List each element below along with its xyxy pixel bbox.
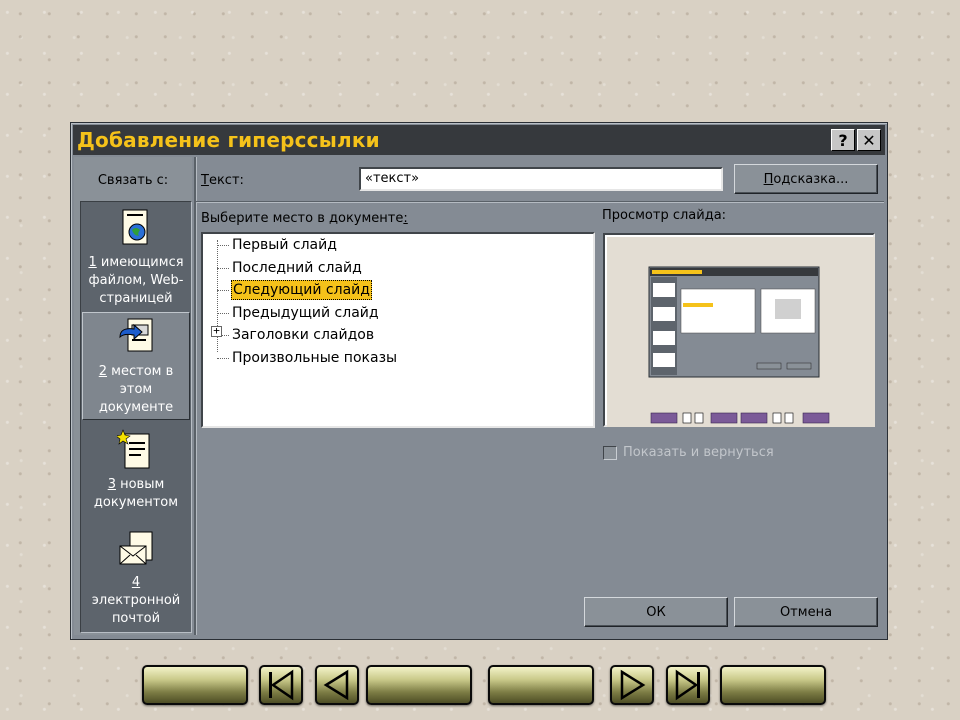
sidebar-separator <box>194 157 197 635</box>
tree-item-custom-shows[interactable]: Произвольные показы <box>231 348 398 368</box>
nav-next-slide-button[interactable] <box>610 665 654 705</box>
divider <box>196 201 884 203</box>
web-file-icon <box>122 209 148 245</box>
dialog-title: Добавление гиперссылки <box>77 128 380 152</box>
preview-label: Просмотр слайда: <box>602 208 727 223</box>
nav-last-slide-button[interactable] <box>666 665 710 705</box>
new-document-icon <box>117 429 150 469</box>
link-to-label: Связать с: <box>97 173 169 188</box>
link-to-panel: 1 имеющимся файлом, Web-страницей 2 мест… <box>80 201 192 633</box>
document-place-tree[interactable]: + Первый слайд Последний слайд Следующий… <box>201 232 595 428</box>
nav-blank-button-2[interactable] <box>366 665 472 705</box>
link-to-email-label: электронной почтой <box>91 593 181 626</box>
cancel-button[interactable]: Отмена <box>734 597 878 627</box>
previous-slide-icon <box>323 669 349 701</box>
checkbox-box[interactable] <box>603 445 617 460</box>
hyperlink-dialog: Добавление гиперссылки ? ✕ Связать с: 1 … <box>70 122 888 640</box>
link-to-new-document[interactable]: 3 новым документом <box>82 424 190 520</box>
place-label: Выберите место в документе: <box>201 211 408 226</box>
help-button[interactable]: ? <box>831 129 855 151</box>
accel-2: 2 <box>98 364 108 379</box>
tree-item-next-slide[interactable]: Следующий слайд <box>231 280 372 300</box>
nav-blank-button-1[interactable] <box>142 665 248 705</box>
link-to-place-label: местом в этом документе <box>98 364 174 415</box>
link-to-existing-file[interactable]: 1 имеющимся файлом, Web-страницей <box>82 204 190 310</box>
last-slide-icon <box>675 669 700 701</box>
nav-previous-slide-button[interactable] <box>315 665 359 705</box>
show-and-return-label: Показать и вернуться <box>623 445 774 460</box>
tree-item-slide-titles[interactable]: Заголовки слайдов <box>231 325 375 345</box>
first-slide-icon <box>269 669 294 701</box>
link-to-place-in-document[interactable]: 2 местом в этом документе <box>82 312 190 420</box>
email-icon <box>119 531 153 565</box>
tree-item-previous-slide[interactable]: Предыдущий слайд <box>231 303 380 323</box>
nav-blank-button-3[interactable] <box>488 665 594 705</box>
tree-item-first-slide[interactable]: Первый слайд <box>231 235 338 255</box>
slide-preview-image <box>607 237 875 427</box>
close-button[interactable]: ✕ <box>857 129 881 151</box>
link-to-email[interactable]: 4 электронной почтой <box>82 526 190 630</box>
text-input[interactable]: «текст» <box>359 167 723 191</box>
link-to-existing-file-label: имеющимся файлом, Web-страницей <box>88 255 184 306</box>
screen-tip-button[interactable]: Подсказка... <box>734 164 878 194</box>
place-in-document-icon <box>119 318 153 352</box>
link-to-new-document-label: новым документом <box>93 477 179 510</box>
nav-blank-button-4[interactable] <box>720 665 826 705</box>
text-field-label: Текст: <box>201 173 244 188</box>
accel-1: 1 <box>88 255 97 270</box>
tree-item-last-slide[interactable]: Последний слайд <box>231 258 363 278</box>
slide-preview <box>603 233 875 427</box>
next-slide-icon <box>620 669 646 701</box>
nav-first-slide-button[interactable] <box>259 665 303 705</box>
show-and-return-checkbox[interactable]: Показать и вернуться <box>603 445 774 460</box>
title-bar[interactable]: Добавление гиперссылки ? ✕ <box>73 125 885 155</box>
ok-button[interactable]: ОК <box>584 597 728 627</box>
accel-3: 3 <box>107 477 116 492</box>
accel-4: 4 <box>131 575 141 590</box>
expand-icon[interactable]: + <box>211 325 222 337</box>
link-to-sidebar: Связать с: 1 имеющимся файлом, Web-стран… <box>74 157 192 635</box>
